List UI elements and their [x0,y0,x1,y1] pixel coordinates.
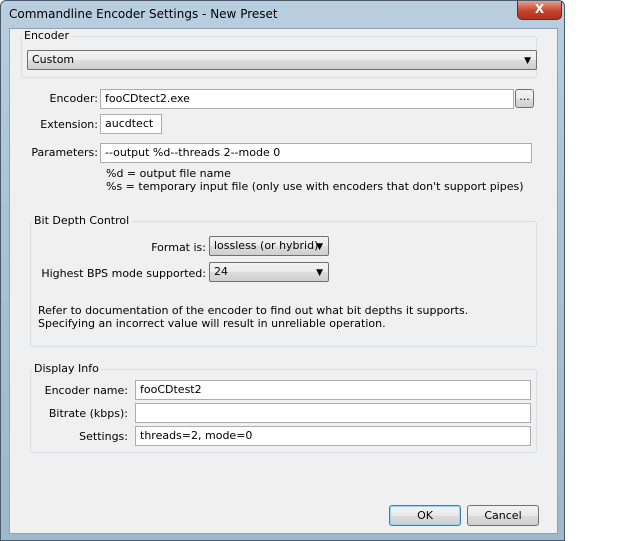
extension-input[interactable]: aucdtect [100,114,162,134]
bit-depth-note-1: Refer to documentation of the encoder to… [38,304,469,317]
settings-input[interactable]: threads=2, mode=0 [135,426,531,446]
encoder-name-input[interactable]: fooCDtest2 [135,380,531,400]
encoder-label: Encoder: [49,92,99,105]
format-value: lossless (or hybrid) [214,239,319,252]
chevron-down-icon: ▼ [316,242,323,252]
chevron-down-icon: ▼ [316,268,323,278]
bps-value: 24 [214,265,228,278]
help-d: %d = output file name [106,167,231,180]
chevron-down-icon: ▼ [524,56,531,66]
dialog-window: Commandline Encoder Settings - New Prese… [0,0,565,541]
encoder-input[interactable]: fooCDtect2.exe [100,89,514,109]
bitrate-input[interactable] [135,403,531,423]
settings-label: Settings: [79,430,128,443]
display-info-label: Display Info [32,362,101,375]
bit-depth-label: Bit Depth Control [32,214,132,227]
bit-depth-note-2: Specifying an incorrect value will resul… [38,317,386,330]
browse-button[interactable]: ... [515,89,534,108]
extension-label: Extension: [40,118,98,131]
format-label: Format is: [151,241,206,254]
bitrate-label: Bitrate (kbps): [48,407,128,420]
encoder-name-label: Encoder name: [44,384,128,397]
bps-dropdown[interactable]: 24 ▼ [209,262,329,282]
preset-value: Custom [32,53,75,66]
parameters-input[interactable]: --output %d--threads 2--mode 0 [100,143,532,163]
ok-button[interactable]: OK [389,505,461,526]
cancel-button[interactable]: Cancel [467,505,539,526]
window-title: Commandline Encoder Settings - New Prese… [9,7,278,21]
encoder-group-label: Encoder [22,29,71,42]
format-dropdown[interactable]: lossless (or hybrid) ▼ [209,236,329,256]
dialog-client: Encoder Custom ▼ Encoder: fooCDtect2.exe … [9,28,558,534]
help-s: %s = temporary input file (only use with… [106,180,524,193]
bps-label: Highest BPS mode supported: [41,267,206,280]
parameters-label: Parameters: [31,146,98,159]
encoder-preset-dropdown[interactable]: Custom ▼ [27,50,537,70]
close-button[interactable]: X [517,1,562,20]
